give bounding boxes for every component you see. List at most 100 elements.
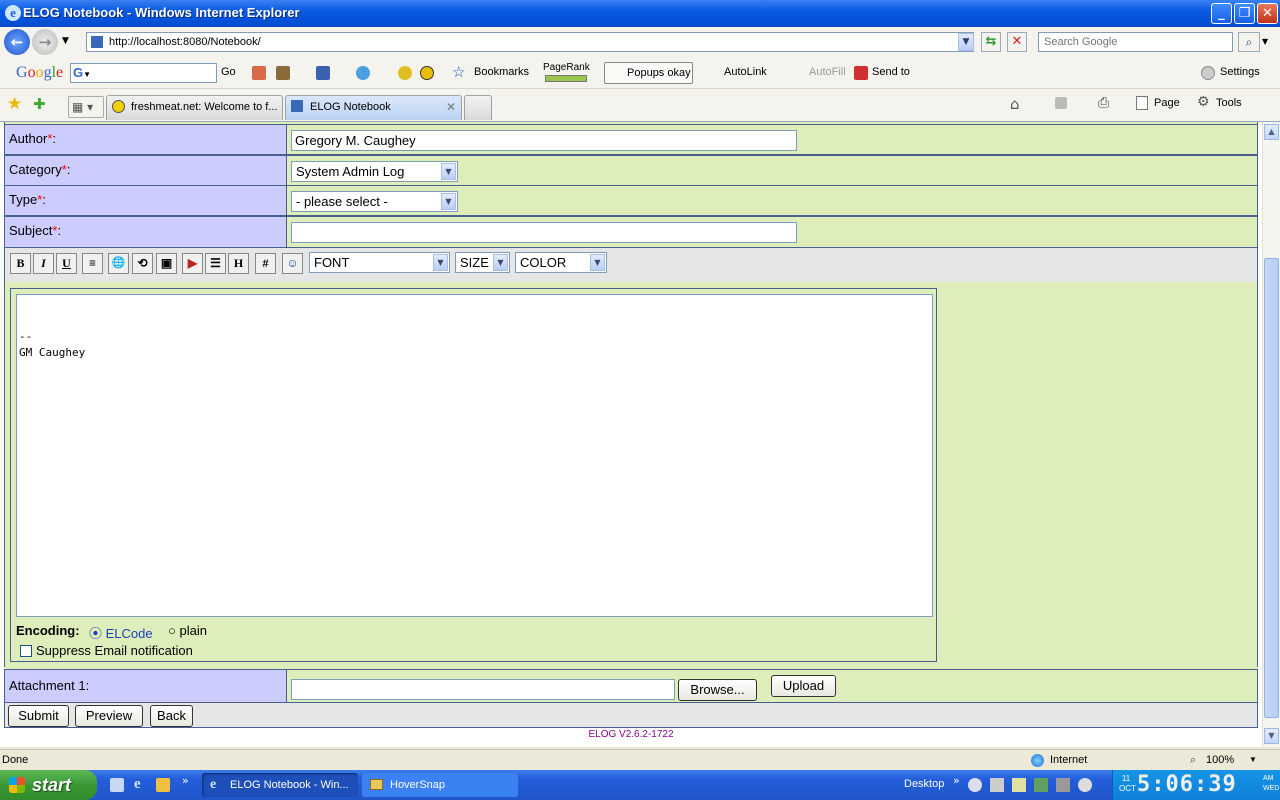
search-options-icon[interactable]: ▼ bbox=[1262, 37, 1268, 46]
star-icon[interactable]: ☆ bbox=[452, 63, 465, 81]
subject-input[interactable] bbox=[291, 222, 797, 243]
clock-time[interactable]: 5:06:39 bbox=[1137, 772, 1237, 798]
submit-button[interactable]: Submit bbox=[8, 705, 69, 727]
spell-icon[interactable] bbox=[398, 66, 412, 80]
google-search-input[interactable]: G▼ bbox=[70, 63, 217, 83]
quicklaunch-icon[interactable] bbox=[110, 778, 124, 792]
italic-button[interactable]: I bbox=[33, 253, 54, 274]
underline-button[interactable]: U bbox=[56, 253, 77, 274]
list-button[interactable]: ☰ bbox=[205, 253, 226, 274]
address-bar bbox=[86, 32, 974, 52]
tray-network-icon[interactable] bbox=[990, 778, 1004, 792]
task-hoversnap[interactable]: HoverSnap bbox=[362, 773, 518, 797]
preview-button[interactable]: Preview bbox=[75, 705, 143, 727]
zoom-dropdown-icon[interactable]: ▼ bbox=[1249, 750, 1257, 770]
size-select[interactable]: SIZE ▼ bbox=[455, 252, 510, 273]
autolink-button[interactable]: AutoLink bbox=[724, 66, 767, 78]
search-icon[interactable]: ⌕ bbox=[1238, 32, 1260, 52]
tab-elog-notebook[interactable]: ELOG Notebook ✕ bbox=[285, 95, 462, 120]
desktop-toolbar[interactable]: Desktop bbox=[904, 778, 944, 790]
pagerank-bar bbox=[545, 75, 587, 82]
news-icon[interactable] bbox=[252, 66, 266, 80]
search-input[interactable] bbox=[1042, 35, 1231, 49]
forward-nav-button[interactable]: → bbox=[32, 29, 58, 55]
save-icon[interactable] bbox=[316, 66, 330, 80]
vertical-scrollbar[interactable]: ▲ ▼ bbox=[1262, 122, 1280, 747]
chevron-down-icon: ▼ bbox=[433, 254, 448, 271]
close-button[interactable]: ✕ bbox=[1257, 3, 1278, 24]
body-textarea[interactable]: -- GM Caughey bbox=[16, 294, 933, 617]
print-icon[interactable]: ⎙ bbox=[1098, 95, 1109, 111]
quote-button[interactable]: ▶ bbox=[182, 253, 203, 274]
feeds-icon[interactable] bbox=[1055, 97, 1067, 109]
tab-freshmeat[interactable]: freshmeat.net: Welcome to f... bbox=[106, 95, 283, 120]
category-select[interactable]: System Admin Log ▼ bbox=[291, 161, 458, 182]
refresh-icon[interactable]: ⇆ bbox=[981, 32, 1001, 52]
favorites-star-icon[interactable]: ★ bbox=[7, 94, 22, 114]
popups-button[interactable]: Popups okay bbox=[604, 62, 693, 84]
tray-folder-icon[interactable] bbox=[1012, 778, 1026, 792]
tab-close-icon[interactable]: ✕ bbox=[446, 96, 456, 118]
pause-icon[interactable] bbox=[420, 66, 434, 80]
image-button[interactable]: ▣ bbox=[156, 253, 177, 274]
font-select[interactable]: FONT ▼ bbox=[309, 252, 450, 273]
suppress-email-checkbox[interactable] bbox=[20, 645, 32, 657]
new-tab-button[interactable] bbox=[464, 95, 492, 120]
browse-button[interactable]: Browse... bbox=[678, 679, 757, 701]
settings-button[interactable]: Settings bbox=[1220, 66, 1260, 78]
format-toolbar: B I U ≡ 🌐 ⟲ ▣ ▶ ☰ H # ☺ FONT ▼ SIZE ▼ COLO… bbox=[4, 247, 1258, 283]
go-button[interactable]: Go bbox=[221, 66, 236, 78]
maximize-button[interactable]: ❐ bbox=[1234, 3, 1255, 24]
heading-button[interactable]: H bbox=[228, 253, 249, 274]
stop-icon[interactable]: ✕ bbox=[1007, 32, 1027, 52]
back-nav-button[interactable]: ← bbox=[4, 29, 30, 55]
quick-tabs-icon[interactable]: ▦ ▾ bbox=[68, 96, 104, 118]
center-button[interactable]: ≡ bbox=[82, 253, 103, 274]
smiley-button[interactable]: ☺ bbox=[282, 253, 303, 274]
add-favorites-icon[interactable]: ✚ bbox=[33, 95, 46, 113]
url-dropdown-button[interactable]: ▼ bbox=[958, 33, 974, 51]
google-logo: Google bbox=[16, 64, 64, 81]
tray-app-icon[interactable] bbox=[1078, 778, 1092, 792]
scroll-up-icon[interactable]: ▲ bbox=[1264, 124, 1279, 140]
attachment-input[interactable] bbox=[291, 679, 675, 700]
scroll-down-icon[interactable]: ▼ bbox=[1264, 728, 1279, 744]
encoding-label: Encoding: bbox=[16, 623, 80, 638]
zoom-icon: ⌕ bbox=[1190, 754, 1197, 766]
sidewiki-icon[interactable] bbox=[356, 66, 370, 80]
autofill-button[interactable]: AutoFill bbox=[809, 66, 846, 78]
version-footer[interactable]: ELOG V2.6.2-1722 bbox=[0, 729, 1262, 740]
bold-button[interactable]: B bbox=[10, 253, 31, 274]
home-icon[interactable]: ⌂ bbox=[1010, 95, 1020, 113]
start-button[interactable]: start bbox=[0, 770, 97, 800]
block-icon[interactable] bbox=[276, 66, 290, 80]
bookmarks-button[interactable]: Bookmarks bbox=[474, 66, 529, 78]
quicklaunch-ie-icon[interactable]: e bbox=[134, 776, 141, 793]
tray-lan-icon[interactable] bbox=[1034, 778, 1048, 792]
desktop-more-icon[interactable]: » bbox=[953, 774, 960, 787]
color-select[interactable]: COLOR ▼ bbox=[515, 252, 607, 273]
tools-menu-button[interactable]: Tools bbox=[1216, 97, 1242, 109]
quicklaunch-app-icon[interactable] bbox=[156, 778, 170, 792]
tray-monitor-icon[interactable] bbox=[1056, 778, 1070, 792]
author-input[interactable] bbox=[291, 130, 797, 151]
back-button[interactable]: Back bbox=[150, 705, 193, 727]
task-elog-notebook[interactable]: e ELOG Notebook - Win... bbox=[202, 773, 358, 797]
encoding-elcode-radio[interactable]: ⦿ ELCode bbox=[89, 623, 153, 642]
minimize-button[interactable]: _ bbox=[1211, 3, 1232, 24]
link-button[interactable]: 🌐 bbox=[108, 253, 129, 274]
history-dropdown-icon[interactable]: ▼ bbox=[62, 36, 69, 46]
elog-link-button[interactable]: ⟲ bbox=[132, 253, 153, 274]
encoding-plain-radio[interactable]: ○ plain bbox=[168, 623, 207, 638]
quicklaunch-more-icon[interactable]: » bbox=[182, 774, 189, 787]
url-input[interactable] bbox=[109, 34, 949, 49]
scroll-thumb[interactable] bbox=[1264, 258, 1279, 718]
zoom-level[interactable]: 100% bbox=[1206, 750, 1234, 770]
submit-bar: Submit Preview Back bbox=[4, 702, 1258, 728]
code-button[interactable]: # bbox=[255, 253, 276, 274]
send-to-button[interactable]: Send to bbox=[872, 66, 910, 78]
tray-back-icon[interactable] bbox=[968, 778, 982, 792]
upload-button[interactable]: Upload bbox=[771, 675, 836, 697]
page-menu-button[interactable]: Page bbox=[1154, 97, 1180, 109]
type-select[interactable]: - please select - ▼ bbox=[291, 191, 458, 212]
